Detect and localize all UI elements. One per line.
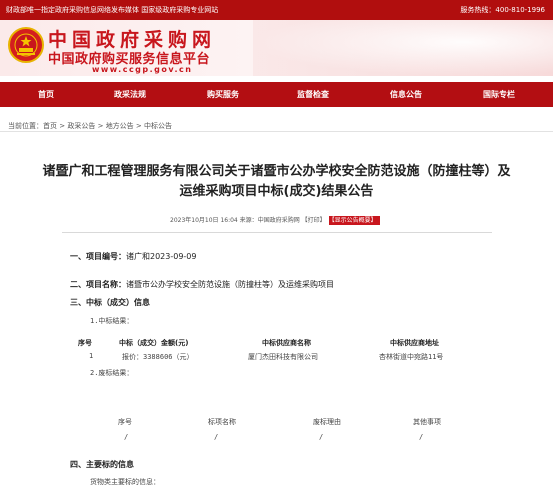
result-header-amount: 中标（成交）金额(元) xyxy=(119,339,189,347)
void-header-reason: 废标理由 xyxy=(313,418,341,426)
award-info-heading: 三、中标（成交）信息 xyxy=(70,297,150,308)
result-row-address: 杏林街道中宛路11号 xyxy=(379,353,444,361)
project-name: 二、项目名称：诸暨市公办学校安全防范设施（防撞柱等）及运维采购项目 xyxy=(70,279,334,290)
breadcrumb-award[interactable]: 中标公告 xyxy=(144,122,172,130)
source-label: 来源： xyxy=(239,217,258,224)
project-name-label: 二、项目名称： xyxy=(70,280,126,289)
goods-item-subheading: 货物类主要标的信息： xyxy=(90,478,160,486)
national-emblem-icon xyxy=(8,27,44,63)
void-row-reason: / xyxy=(319,433,324,441)
result-row-supplier: 厦门杰田科技有限公司 xyxy=(248,353,318,361)
nav-item-services[interactable]: 购买服务 xyxy=(193,82,253,107)
page-title-line1: 诸暨广和工程管理服务有限公司关于诸暨市公办学校安全防范设施（防撞柱等）及 xyxy=(42,164,511,179)
show-summary-button[interactable]: 【显示公告概要】 xyxy=(328,216,380,225)
breadcrumb-local[interactable]: 地方公告 xyxy=(106,122,134,130)
result-header-index: 序号 xyxy=(78,339,92,347)
void-row-item: / xyxy=(214,433,219,441)
page-title: 诸暨广和工程管理服务有限公司关于诸暨市公办学校安全防范设施（防撞柱等）及 运维采… xyxy=(0,162,553,202)
void-row-other: / xyxy=(419,433,424,441)
breadcrumb-procurement[interactable]: 政采公告 xyxy=(67,122,95,130)
breadcrumb-prefix: 当前位置： xyxy=(8,122,43,130)
service-hotline: 服务热线：400-810-1996 xyxy=(460,6,545,14)
void-header-item: 标项名称 xyxy=(208,418,236,426)
result-header-address: 中标供应商地址 xyxy=(390,339,439,347)
logo-url: www.ccgp.gov.cn xyxy=(92,65,193,74)
void-result-subheading: 2.废标结果： xyxy=(90,369,134,377)
void-header-index: 序号 xyxy=(118,418,132,426)
void-row-index: / xyxy=(124,433,129,441)
breadcrumb: 当前位置：首页 > 政采公告 > 地方公告 > 中标公告 xyxy=(8,121,172,131)
top-bar: 财政部唯一指定政府采购信息网络发布媒体 国家级政府采购专业网站 服务热线：400… xyxy=(0,0,553,20)
award-info-label: 三、中标（成交）信息 xyxy=(70,298,150,307)
source-name: 中国政府采购网 xyxy=(257,217,300,224)
breadcrumb-divider xyxy=(0,131,553,132)
project-number-label: 一、项目编号： xyxy=(70,252,126,261)
nav-item-international[interactable]: 国际专栏 xyxy=(469,82,529,107)
void-header-other: 其他事项 xyxy=(413,418,441,426)
main-item-heading: 四、主要标的信息 xyxy=(70,459,134,470)
nav-item-announcements[interactable]: 信息公告 xyxy=(376,82,436,107)
header-background xyxy=(253,20,553,76)
publish-date: 2023年10月10日 16:04 xyxy=(170,217,238,224)
breadcrumb-separator-icon: > xyxy=(59,122,66,130)
site-header: 中国政府采购网 中国政府购买服务信息平台 www.ccgp.gov.cn xyxy=(0,20,553,76)
result-row-amount: 报价：3388606（元） xyxy=(122,353,194,361)
breadcrumb-separator-icon: > xyxy=(97,122,104,130)
article-meta: 2023年10月10日 16:04 来源：中国政府采购网 【打印】 【显示公告概要… xyxy=(170,215,380,225)
nav-item-regulations[interactable]: 政采法规 xyxy=(100,82,160,107)
nav-item-home[interactable]: 首页 xyxy=(16,82,76,107)
project-number-value: 诸广和2023-09-09 xyxy=(126,252,197,261)
result-header-supplier: 中标供应商名称 xyxy=(262,339,311,347)
nav-item-supervision[interactable]: 监督检查 xyxy=(283,82,343,107)
breadcrumb-home[interactable]: 首页 xyxy=(43,122,57,130)
main-nav: 首页 政采法规 购买服务 监督检查 信息公告 国际专栏 xyxy=(0,82,553,107)
main-item-label: 四、主要标的信息 xyxy=(70,460,134,469)
project-number: 一、项目编号：诸广和2023-09-09 xyxy=(70,251,197,262)
top-bar-slogan: 财政部唯一指定政府采购信息网络发布媒体 国家级政府采购专业网站 xyxy=(6,6,219,14)
result-row-index: 1 xyxy=(89,352,94,360)
breadcrumb-separator-icon: > xyxy=(135,122,142,130)
project-name-value: 诸暨市公办学校安全防范设施（防撞柱等）及运维采购项目 xyxy=(126,280,334,289)
meta-divider xyxy=(62,232,492,233)
print-button[interactable]: 【打印】 xyxy=(302,217,326,224)
page-title-line2: 运维采购项目中标(成交)结果公告 xyxy=(179,184,374,199)
award-result-subheading: 1.中标结果： xyxy=(90,317,134,325)
